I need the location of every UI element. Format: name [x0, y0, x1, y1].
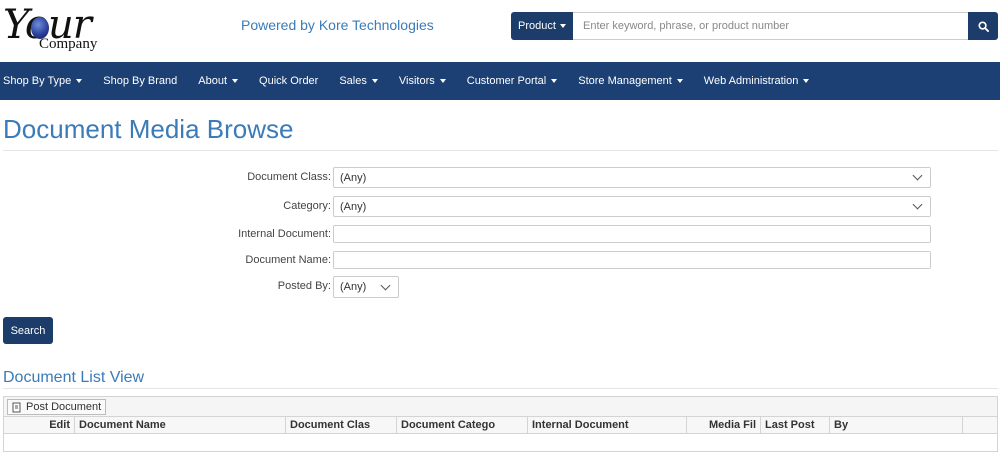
post-document-label: Post Document — [26, 401, 102, 413]
caret-down-icon — [439, 79, 446, 83]
column-header-document-category[interactable]: Document Catego — [397, 417, 528, 433]
nav-visitors[interactable]: Visitors — [399, 75, 446, 87]
nav-shop-by-type[interactable]: Shop By Type — [3, 75, 83, 87]
grid-body — [4, 434, 997, 451]
logo-subtitle: Company — [39, 36, 98, 52]
caret-down-icon — [551, 79, 558, 83]
document-name-row: Document Name: — [0, 251, 1000, 273]
nav-label: Visitors — [398, 75, 435, 87]
nav-about[interactable]: About — [198, 75, 239, 87]
divider — [3, 150, 998, 151]
internal-document-input[interactable] — [333, 225, 931, 243]
nav-sales[interactable]: Sales — [339, 75, 378, 87]
document-name-label: Document Name: — [245, 254, 331, 266]
page-title: Document Media Browse — [3, 114, 294, 144]
caret-down-icon — [559, 24, 566, 28]
post-document-button[interactable]: Post Document — [7, 399, 107, 415]
search-icon — [977, 20, 989, 32]
posted-by-label: Posted By: — [277, 280, 331, 292]
nav-label: Web Administration — [703, 75, 799, 87]
category-label: Category: — [283, 200, 331, 212]
nav-label: Customer Portal — [466, 75, 547, 87]
nav-label: Shop By Brand — [103, 75, 178, 87]
nav-web-administration[interactable]: Web Administration — [704, 75, 810, 87]
search-input[interactable] — [573, 12, 968, 40]
posted-by-row: Posted By: (Any) — [0, 276, 1000, 298]
chevron-down-icon — [912, 170, 923, 181]
search-category-dropdown[interactable]: Product — [511, 12, 573, 40]
posted-by-value: (Any) — [340, 281, 367, 293]
column-header-document-name[interactable]: Document Name — [75, 417, 286, 433]
caret-down-icon — [76, 79, 83, 83]
divider — [3, 388, 998, 389]
posted-by-select[interactable]: (Any) — [333, 276, 399, 298]
grid-toolbar: Post Document — [4, 397, 997, 417]
nav-label: Store Management — [578, 75, 672, 87]
powered-by-text: Powered by Kore Technologies — [241, 17, 434, 33]
document-list-title: Document List View — [3, 369, 145, 386]
column-header-last-posted[interactable]: Last Post — [761, 417, 830, 433]
search-submit-button[interactable]: Search — [3, 317, 53, 344]
category-row: Category: (Any) — [0, 196, 1000, 218]
column-header-internal-document[interactable]: Internal Document — [528, 417, 687, 433]
document-class-value: (Any) — [340, 171, 367, 184]
search-category-label: Product — [518, 20, 556, 32]
document-class-select[interactable]: (Any) — [333, 167, 931, 188]
document-list-grid: Post Document Edit Document Name Documen… — [3, 396, 998, 452]
column-header-edit[interactable]: Edit — [4, 417, 75, 433]
caret-down-icon — [232, 79, 239, 83]
chevron-down-icon — [912, 199, 923, 210]
column-header-media-file[interactable]: Media Fil — [687, 417, 761, 433]
column-header-by[interactable]: By — [830, 417, 963, 433]
category-select[interactable]: (Any) — [333, 196, 931, 217]
caret-down-icon — [803, 79, 810, 83]
nav-customer-portal[interactable]: Customer Portal — [466, 75, 558, 87]
internal-document-row: Internal Document: — [0, 225, 1000, 247]
grid-header-row: Edit Document Name Document Clas Documen… — [4, 417, 997, 434]
internal-document-label: Internal Document: — [238, 228, 331, 240]
nav-store-management[interactable]: Store Management — [578, 75, 683, 87]
product-search: Product — [511, 12, 998, 40]
category-value: (Any) — [340, 200, 367, 213]
column-header-extra — [963, 417, 997, 433]
search-button[interactable] — [968, 12, 998, 40]
nav-shop-by-brand[interactable]: Shop By Brand — [103, 75, 177, 87]
document-icon — [12, 402, 21, 412]
nav-label: Sales — [339, 75, 367, 87]
document-name-input[interactable] — [333, 251, 931, 269]
nav-label: Shop By Type — [3, 75, 72, 87]
nav-quick-order[interactable]: Quick Order — [259, 75, 318, 87]
caret-down-icon — [676, 79, 683, 83]
nav-label: About — [198, 75, 228, 87]
caret-down-icon — [371, 79, 378, 83]
main-navbar: Shop By Type Shop By Brand About Quick O… — [0, 62, 1000, 100]
column-header-document-class[interactable]: Document Clas — [286, 417, 397, 433]
company-logo[interactable]: Your Company — [3, 3, 123, 59]
document-class-row: Document Class: (Any) — [0, 167, 1000, 189]
chevron-down-icon — [380, 280, 391, 290]
nav-label: Quick Order — [259, 75, 319, 87]
document-class-label: Document Class: — [247, 171, 331, 183]
site-header: Your Company Powered by Kore Technologie… — [0, 0, 1000, 62]
